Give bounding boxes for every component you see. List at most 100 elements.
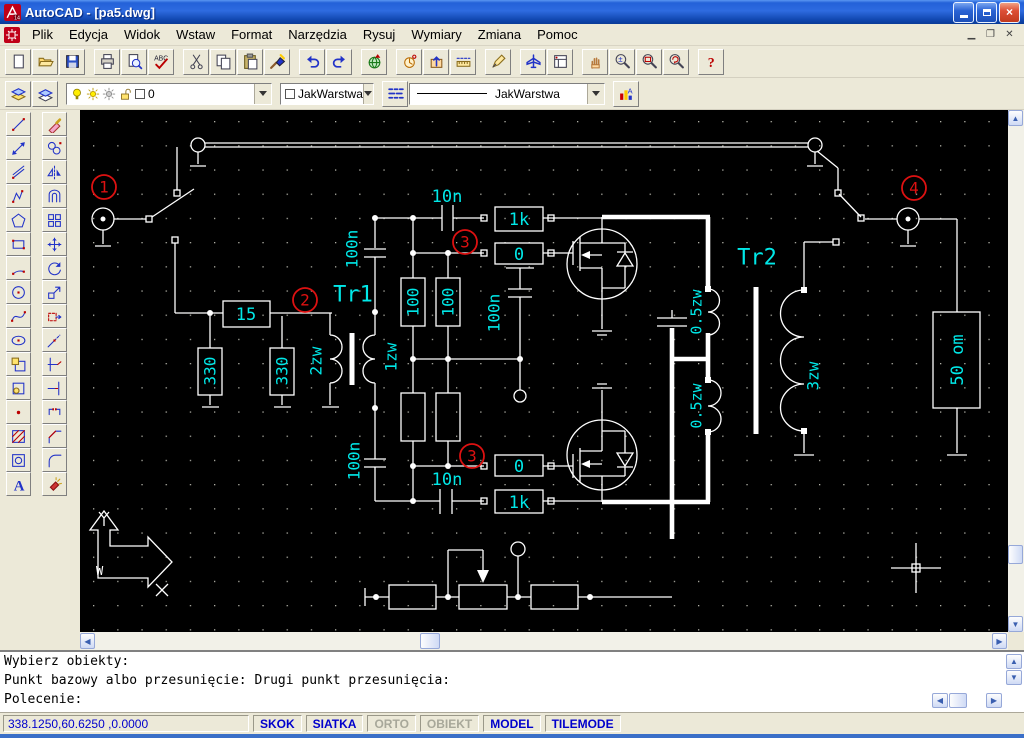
scroll-left-button[interactable]: ◀	[80, 633, 95, 649]
open-button[interactable]	[32, 49, 58, 75]
distance-button[interactable]	[450, 49, 476, 75]
arc-button[interactable]	[6, 256, 31, 280]
vertical-scroll-thumb[interactable]	[1008, 545, 1023, 564]
launch-browser-button[interactable]	[361, 49, 387, 75]
erase-button[interactable]	[42, 112, 67, 136]
toggle-siatka[interactable]: SIATKA	[306, 715, 364, 732]
rectangle-button[interactable]	[6, 232, 31, 256]
command-scroll-left-button[interactable]: ◀	[932, 693, 948, 708]
explode-button[interactable]	[42, 472, 67, 496]
command-vertical-scrollbar[interactable]: ▲ ▼	[1005, 654, 1022, 698]
menu-item-narzędzia[interactable]: Narzędzia	[280, 25, 355, 44]
move-button[interactable]	[42, 232, 67, 256]
break-button[interactable]	[42, 400, 67, 424]
menu-item-wymiary[interactable]: Wymiary	[403, 25, 469, 44]
mdi-minimize-button[interactable]: ▁	[963, 27, 980, 42]
match-properties-button[interactable]	[264, 49, 290, 75]
horizontal-scroll-thumb[interactable]	[420, 633, 440, 649]
print-preview-button[interactable]	[121, 49, 147, 75]
mdi-close-button[interactable]: ✕	[1001, 27, 1018, 42]
menu-item-format[interactable]: Format	[223, 25, 280, 44]
copy-button[interactable]	[210, 49, 236, 75]
polygon-button[interactable]	[6, 208, 31, 232]
tracking-button[interactable]	[396, 49, 422, 75]
lengthen-button[interactable]	[42, 328, 67, 352]
construction-line-button[interactable]	[6, 136, 31, 160]
canvas-horizontal-scrollbar[interactable]: ◀ ▶	[80, 632, 1008, 650]
cut-button[interactable]	[183, 49, 209, 75]
menu-item-pomoc[interactable]: Pomoc	[529, 25, 585, 44]
restore-button[interactable]	[976, 2, 997, 23]
named-views-button[interactable]	[547, 49, 573, 75]
menu-item-wstaw[interactable]: Wstaw	[168, 25, 223, 44]
stretch-button[interactable]	[42, 304, 67, 328]
layers-button[interactable]	[32, 81, 58, 107]
linetype-dropdown-arrow[interactable]	[587, 84, 604, 104]
command-horizontal-scrollbar[interactable]: ◀ ▶	[932, 693, 1002, 709]
close-button[interactable]: ×	[999, 2, 1020, 23]
offset-button[interactable]	[42, 184, 67, 208]
fillet-button[interactable]	[42, 448, 67, 472]
object-properties-button[interactable]: A	[613, 81, 639, 107]
menu-item-plik[interactable]: Plik	[24, 25, 61, 44]
spline-button[interactable]	[6, 304, 31, 328]
mirror-button[interactable]	[42, 160, 67, 184]
undo-button[interactable]	[299, 49, 325, 75]
line-button[interactable]	[6, 112, 31, 136]
toggle-obiekt[interactable]: OBIEKT	[420, 715, 479, 732]
minimize-button[interactable]	[953, 2, 974, 23]
save-button[interactable]	[59, 49, 85, 75]
new-file-button[interactable]	[5, 49, 31, 75]
drawing-canvas[interactable]: W 10n1k0100nTr115100100100n3303302zw1zwT…	[80, 110, 1008, 632]
copy-object-button[interactable]	[42, 136, 67, 160]
pan-button[interactable]	[582, 49, 608, 75]
spell-check-button[interactable]: ABC	[148, 49, 174, 75]
text-button[interactable]: A	[6, 472, 31, 496]
insert-block-button[interactable]	[6, 352, 31, 376]
command-window[interactable]: Wybierz obiekty: Punkt bazowy albo przes…	[0, 650, 1024, 713]
menu-item-widok[interactable]: Widok	[116, 25, 168, 44]
rotate-button[interactable]	[42, 256, 67, 280]
menu-item-edycja[interactable]: Edycja	[61, 25, 116, 44]
toggle-model[interactable]: MODEL	[483, 715, 540, 732]
scroll-right-button[interactable]: ▶	[992, 633, 1007, 649]
ucs-button[interactable]	[423, 49, 449, 75]
hatch-button[interactable]	[6, 424, 31, 448]
aerial-view-button[interactable]	[520, 49, 546, 75]
zoom-realtime-button[interactable]: ±	[609, 49, 635, 75]
trim-button[interactable]	[42, 352, 67, 376]
scroll-up-button[interactable]: ▲	[1008, 110, 1023, 126]
menu-item-rysuj[interactable]: Rysuj	[355, 25, 404, 44]
paste-button[interactable]	[237, 49, 263, 75]
extend-button[interactable]	[42, 376, 67, 400]
color-combobox[interactable]: JakWarstwa	[280, 83, 374, 105]
circle-button[interactable]	[6, 280, 31, 304]
make-object-layer-current-button[interactable]	[5, 81, 31, 107]
menu-item-zmiana[interactable]: Zmiana	[470, 25, 529, 44]
make-block-button[interactable]	[6, 376, 31, 400]
redraw-button[interactable]	[485, 49, 511, 75]
linetype-button[interactable]	[382, 81, 408, 107]
zoom-window-button[interactable]	[636, 49, 662, 75]
chamfer-button[interactable]	[42, 424, 67, 448]
region-button[interactable]	[6, 448, 31, 472]
polyline-button[interactable]	[6, 184, 31, 208]
array-button[interactable]	[42, 208, 67, 232]
linetype-combobox[interactable]: JakWarstwa	[409, 83, 605, 105]
zoom-previous-button[interactable]	[663, 49, 689, 75]
canvas-vertical-scrollbar[interactable]: ▲ ▼	[1008, 110, 1024, 632]
color-dropdown-arrow[interactable]	[363, 84, 373, 104]
layer-dropdown-arrow[interactable]	[254, 84, 271, 104]
ellipse-button[interactable]	[6, 328, 31, 352]
scale-button[interactable]	[42, 280, 67, 304]
command-scroll-down-button[interactable]: ▼	[1006, 670, 1022, 685]
point-button[interactable]	[6, 400, 31, 424]
toggle-skok[interactable]: SKOK	[253, 715, 302, 732]
toggle-tilemode[interactable]: TILEMODE	[545, 715, 621, 732]
redo-button[interactable]	[326, 49, 352, 75]
layer-combobox[interactable]: 0	[66, 83, 272, 105]
command-scroll-right-button[interactable]: ▶	[986, 693, 1002, 708]
command-scroll-up-button[interactable]: ▲	[1006, 654, 1022, 669]
scroll-down-button[interactable]: ▼	[1008, 616, 1023, 632]
toggle-orto[interactable]: ORTO	[367, 715, 415, 732]
